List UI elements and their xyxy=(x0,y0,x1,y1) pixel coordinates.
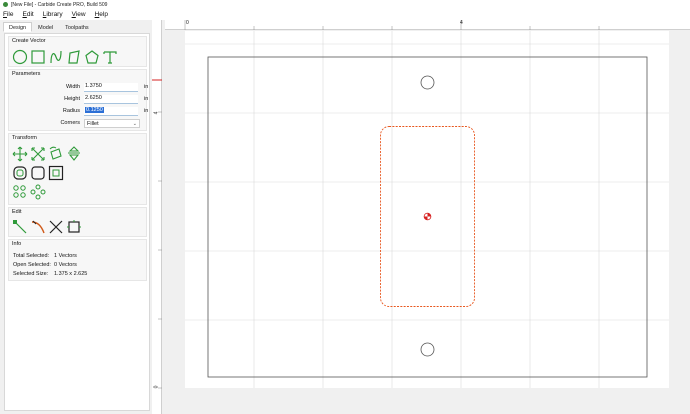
horizontal-ruler[interactable]: 0 4 xyxy=(165,20,690,30)
info-title: Info xyxy=(12,241,22,247)
selected-size-label: Selected Size: xyxy=(13,271,49,277)
app-icon xyxy=(3,2,8,7)
trim-icon[interactable] xyxy=(30,219,46,235)
info-total-selected: Total Selected: 1 Vectors xyxy=(13,253,77,259)
left-panel: Design Model Toolpaths Create Vector Par… xyxy=(0,20,152,414)
array-icon[interactable] xyxy=(12,184,28,200)
horizontal-ruler-label-0: 0 xyxy=(186,20,189,26)
scale-icon[interactable] xyxy=(30,146,46,162)
tab-toolpaths[interactable]: Toolpaths xyxy=(59,22,95,32)
align-icon[interactable] xyxy=(48,165,64,181)
edit-section: Edit xyxy=(8,207,147,237)
radius-input[interactable]: 0.1250 xyxy=(84,107,138,116)
total-selected-value: 1 Vectors xyxy=(54,253,77,259)
vertical-ruler-ticks xyxy=(152,79,162,389)
create-vector-title: Create Vector xyxy=(12,38,46,44)
info-section: Info Total Selected: 1 Vectors Open Selec… xyxy=(8,239,147,281)
boolean-icon[interactable] xyxy=(66,219,82,235)
tab-bar: Design Model Toolpaths xyxy=(3,22,95,32)
menu-edit[interactable]: Edit xyxy=(23,11,34,18)
tab-design[interactable]: Design xyxy=(3,22,33,32)
vertical-ruler[interactable]: 4 0 xyxy=(152,20,162,414)
width-input[interactable]: 1.3750 xyxy=(84,83,138,92)
move-icon[interactable] xyxy=(12,146,28,162)
radius-row: Radius 0.1250 in xyxy=(9,107,148,117)
width-row: Width 1.3750 in xyxy=(9,83,148,93)
corners-selected-value: Fillet xyxy=(87,121,99,127)
corners-label: Corners xyxy=(60,120,80,126)
open-selected-value: 0 Vectors xyxy=(54,262,77,268)
polygon-icon[interactable] xyxy=(66,49,82,65)
height-unit: in xyxy=(144,96,149,102)
total-selected-label: Total Selected: xyxy=(13,253,50,259)
menu-bar: File Edit Library View Help xyxy=(0,9,690,20)
design-canvas-area[interactable] xyxy=(165,31,690,414)
radius-unit: in xyxy=(144,108,149,114)
menu-help[interactable]: Help xyxy=(95,11,108,18)
transform-title: Transform xyxy=(12,135,37,141)
corners-row: Corners Fillet ⌄ xyxy=(9,119,148,129)
create-vector-section: Create Vector xyxy=(8,36,147,67)
pentagon-icon[interactable] xyxy=(84,49,100,65)
menu-library[interactable]: Library xyxy=(43,11,63,18)
height-row: Height 2.6250 in xyxy=(9,95,148,105)
selected-size-value: 1.375 x 2.625 xyxy=(54,271,88,277)
horizontal-ruler-label-4: 4 xyxy=(460,20,463,26)
info-open-selected: Open Selected: 0 Vectors xyxy=(13,262,77,268)
parameters-section: Parameters Width 1.3750 in Height 2.6250… xyxy=(8,69,148,131)
cut-icon[interactable] xyxy=(48,219,64,235)
parameters-title: Parameters xyxy=(12,71,41,77)
radius-value-selected: 0.1250 xyxy=(85,107,104,113)
chevron-down-icon: ⌄ xyxy=(132,121,137,127)
fillet-icon[interactable] xyxy=(30,165,46,181)
mirror-icon[interactable] xyxy=(66,146,82,162)
window-title: [New File] - Carbide Create PRO, Build 5… xyxy=(11,1,108,8)
radius-label: Radius xyxy=(62,108,80,114)
offset-icon[interactable] xyxy=(12,165,28,181)
design-canvas[interactable] xyxy=(165,31,690,414)
width-label: Width xyxy=(65,84,80,90)
transform-section: Transform xyxy=(8,133,147,205)
circle-icon[interactable] xyxy=(12,49,28,65)
height-label: Height xyxy=(64,96,80,102)
text-icon[interactable] xyxy=(102,49,118,65)
width-unit: in xyxy=(144,84,149,90)
edit-title: Edit xyxy=(12,209,22,215)
vertical-ruler-label-0: 0 xyxy=(153,385,160,389)
curve-icon[interactable] xyxy=(48,49,64,65)
menu-file[interactable]: File xyxy=(3,11,14,18)
rotate-icon[interactable] xyxy=(48,146,64,162)
open-selected-label: Open Selected: xyxy=(13,262,51,268)
circular-array-icon[interactable] xyxy=(30,184,46,200)
tab-model[interactable]: Model xyxy=(32,22,59,32)
rectangle-icon[interactable] xyxy=(30,49,46,65)
node-edit-icon[interactable] xyxy=(12,219,28,235)
canvas-board xyxy=(185,31,669,388)
horizontal-ruler-ticks xyxy=(184,20,600,30)
design-tab-content: Create Vector Parameters Width 1.3750 in… xyxy=(4,33,150,411)
corners-select[interactable]: Fillet ⌄ xyxy=(84,119,140,128)
info-selected-size: Selected Size: 1.375 x 2.625 xyxy=(13,271,87,277)
title-bar: [New File] - Carbide Create PRO, Build 5… xyxy=(0,0,690,9)
vertical-ruler-label-4: 4 xyxy=(153,111,160,115)
selection-center-marker[interactable] xyxy=(423,212,432,221)
height-input[interactable]: 2.6250 xyxy=(84,95,138,104)
menu-view[interactable]: View xyxy=(72,11,86,18)
